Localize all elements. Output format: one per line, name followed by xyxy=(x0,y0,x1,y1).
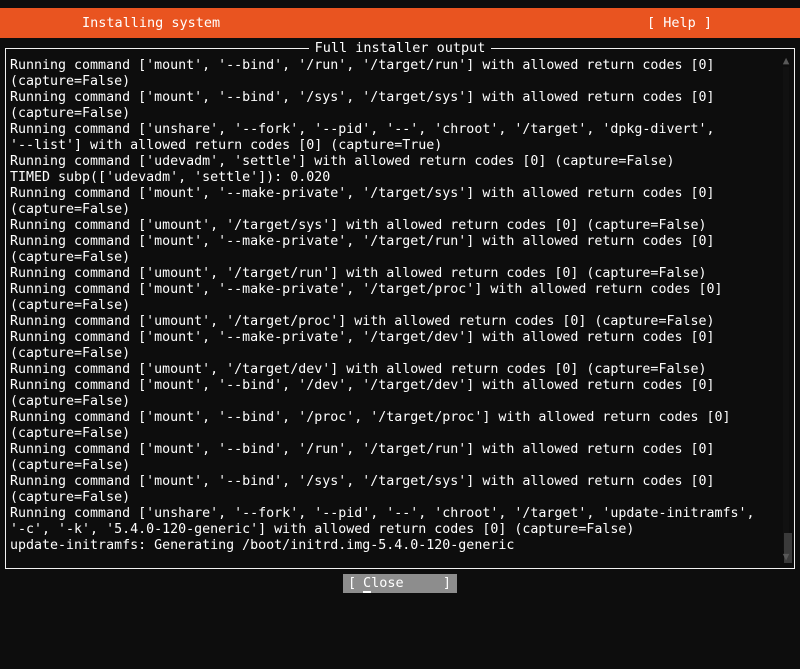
footer-bar: [ Close ] xyxy=(0,569,800,600)
page-title: Installing system xyxy=(82,15,221,31)
log-line: Running command ['unshare', '--fork', '-… xyxy=(10,122,715,137)
scroll-up-arrow-icon[interactable]: ▲ xyxy=(781,55,791,67)
log-line: Running command ['umount', '/target/run'… xyxy=(10,266,707,281)
log-line: (capture=False) xyxy=(10,202,131,217)
close-label-rest: lose xyxy=(371,575,404,591)
log-line: Running command ['mount', '--bind', '/de… xyxy=(10,378,715,393)
log-line: Running command ['mount', '--bind', '/pr… xyxy=(10,410,731,425)
log-line: Running command ['umount', '/target/proc… xyxy=(10,314,715,329)
log-scrollbar[interactable]: ▲ ▼ xyxy=(781,53,792,565)
installer-screen: Installing system [ Help ] Full installe… xyxy=(0,0,800,600)
scrollbar-track[interactable] xyxy=(783,67,792,563)
log-line: (capture=False) xyxy=(10,458,131,473)
close-bracket-right: ] xyxy=(442,575,451,591)
log-line: Running command ['unshare', '--fork', '-… xyxy=(10,506,755,521)
close-accelerator-char: C xyxy=(363,575,372,593)
log-line: (capture=False) xyxy=(10,250,131,265)
log-line: (capture=False) xyxy=(10,106,131,121)
log-line: (capture=False) xyxy=(10,298,131,313)
scroll-down-arrow-icon[interactable]: ▼ xyxy=(781,551,791,563)
full-installer-output-panel: Full installer output Running command ['… xyxy=(5,40,795,569)
close-button[interactable]: [ Close ] xyxy=(343,574,457,593)
log-line: (capture=False) xyxy=(10,346,131,361)
log-line: '-c', '-k', '5.4.0-120-generic'] with al… xyxy=(10,522,635,537)
header-bar: Installing system [ Help ] xyxy=(0,8,800,38)
log-line: Running command ['mount', '--bind', '/ru… xyxy=(10,58,715,73)
log-line: Running command ['umount', '/target/sys'… xyxy=(10,218,707,233)
log-line: '--list'] with allowed return codes [0] … xyxy=(10,138,443,153)
top-strip xyxy=(0,0,800,8)
close-button-label: Close xyxy=(363,574,404,595)
log-line: Running command ['mount', '--make-privat… xyxy=(10,186,715,201)
log-line: Running command ['mount', '--make-privat… xyxy=(10,330,715,345)
log-line: Running command ['umount', '/target/dev'… xyxy=(10,362,707,377)
log-line: (capture=False) xyxy=(10,426,131,441)
log-line: Running command ['mount', '--bind', '/sy… xyxy=(10,90,715,105)
log-line: TIMED subp(['udevadm', 'settle']): 0.020 xyxy=(10,170,331,185)
log-line: Running command ['mount', '--make-privat… xyxy=(10,234,715,249)
log-line: Running command ['mount', '--make-privat… xyxy=(10,282,723,297)
log-line: (capture=False) xyxy=(10,394,131,409)
help-button[interactable]: [ Help ] xyxy=(647,14,712,32)
log-line: (capture=False) xyxy=(10,74,131,89)
log-line: (capture=False) xyxy=(10,490,131,505)
log-line: Running command ['udevadm', 'settle'] wi… xyxy=(10,154,675,169)
close-bracket-left: [ xyxy=(348,575,357,591)
log-line: Running command ['mount', '--bind', '/sy… xyxy=(10,474,715,489)
installer-log[interactable]: Running command ['mount', '--bind', '/ru… xyxy=(10,58,780,563)
log-line: Running command ['mount', '--bind', '/ru… xyxy=(10,442,715,457)
header-spacer xyxy=(0,38,800,48)
log-line: update-initramfs: Generating /boot/initr… xyxy=(10,538,515,553)
